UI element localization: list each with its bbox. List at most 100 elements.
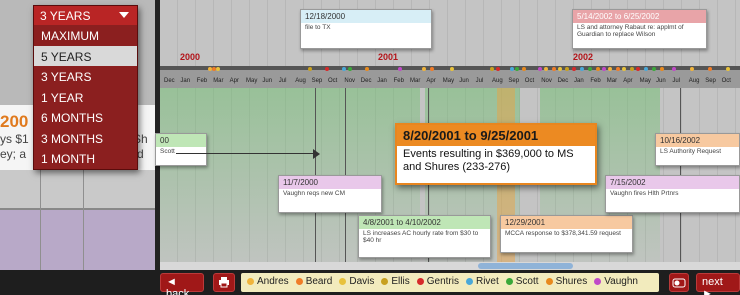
event-marker[interactable] <box>622 67 626 71</box>
event-marker[interactable] <box>430 67 434 71</box>
legend-item[interactable]: Shures <box>545 276 588 287</box>
event-marker[interactable] <box>325 67 329 71</box>
event-marker[interactable] <box>216 67 220 71</box>
event-marker[interactable] <box>515 67 519 71</box>
event-marker[interactable] <box>490 67 494 71</box>
event-marker[interactable] <box>522 67 526 71</box>
event-marker[interactable] <box>365 67 369 71</box>
legend-item[interactable]: Vaughn <box>594 276 638 287</box>
printer-icon <box>219 277 229 288</box>
legend-label: Beard <box>305 276 333 287</box>
legend-item[interactable]: Gentris <box>416 276 459 287</box>
legend-item[interactable]: Andres <box>247 276 289 287</box>
legend-label: Shures <box>555 276 588 287</box>
event-marker[interactable] <box>636 67 640 71</box>
range-option-1-month[interactable]: 1 MONTH <box>34 148 137 169</box>
month-label: Mar <box>606 78 618 84</box>
event-marker[interactable] <box>572 67 576 71</box>
event-card[interactable]: 12/29/2001 MCCA response to $378,341.59 … <box>500 215 633 253</box>
event-marker[interactable] <box>496 67 500 71</box>
event-card[interactable]: 10/16/2002 LS Authority Request <box>655 133 740 166</box>
range-option-3-years[interactable]: 3 YEARS <box>34 66 137 87</box>
event-marker[interactable] <box>596 67 600 71</box>
featured-event-card[interactable]: 8/20/2001 to 9/25/2001 Events resulting … <box>395 123 597 185</box>
legend-item[interactable]: Beard <box>295 276 333 287</box>
range-option-3-months[interactable]: 3 MONTHS <box>34 128 137 149</box>
divider-line <box>680 72 681 262</box>
legend-item[interactable]: Rivet <box>465 276 499 287</box>
range-option-6-months[interactable]: 6 MONTHS <box>34 107 137 128</box>
connector-arrow <box>176 153 316 154</box>
month-label: May <box>246 78 258 84</box>
legend-swatch-icon <box>416 277 424 285</box>
legend-item[interactable]: Davis <box>339 276 374 287</box>
scrollbar-thumb[interactable] <box>478 263 573 269</box>
left-card-text-1: ys $1 <box>0 132 29 146</box>
month-label: Jul <box>475 78 484 84</box>
event-card[interactable]: 7/15/2002 Vaughn fires Hlth Prtnrs <box>605 175 740 213</box>
event-marker[interactable] <box>450 67 454 71</box>
month-label: Oct <box>328 78 338 84</box>
event-marker[interactable] <box>580 67 584 71</box>
event-description: file to TX <box>305 24 331 31</box>
legend-swatch-icon <box>247 277 254 285</box>
event-marker[interactable] <box>308 67 312 71</box>
event-marker[interactable] <box>616 67 620 71</box>
event-marker[interactable] <box>348 67 352 71</box>
legend-item[interactable]: Ellis <box>381 276 410 287</box>
month-label: Jan <box>180 78 191 84</box>
back-button[interactable]: ◄ back <box>160 273 204 295</box>
timeline-scrollbar[interactable] <box>160 262 740 270</box>
range-option-1-year[interactable]: 1 YEAR <box>34 87 137 108</box>
legend-label: Scott <box>515 276 539 287</box>
event-card[interactable]: 5/14/2002 to 6/25/2002 LS and attorney R… <box>572 9 707 49</box>
event-card[interactable]: 4/8/2001 to 4/10/2002 LS increases AC ho… <box>358 215 491 258</box>
month-label: Jul <box>278 78 287 84</box>
event-marker[interactable] <box>565 67 569 71</box>
legend-swatch-icon <box>381 277 389 285</box>
event-date: 11/7/2000 <box>279 176 381 189</box>
toggle-button[interactable] <box>669 273 689 292</box>
event-marker[interactable] <box>538 67 542 71</box>
event-marker[interactable] <box>552 67 556 71</box>
month-label: Apr <box>229 78 239 84</box>
month-label: Feb <box>196 78 208 84</box>
event-card[interactable]: 11/7/2000 Vaughn reqs new CM <box>278 175 382 213</box>
print-button[interactable] <box>213 273 235 292</box>
range-dropdown[interactable]: 3 YEARS MAXIMUM 5 YEARS 3 YEARS 1 YEAR 6… <box>33 5 138 170</box>
event-marker[interactable] <box>660 67 664 71</box>
event-marker[interactable] <box>652 67 656 71</box>
month-label: Jan <box>574 78 584 84</box>
event-marker[interactable] <box>558 67 562 71</box>
event-marker[interactable] <box>672 67 676 71</box>
event-marker[interactable] <box>644 67 648 71</box>
event-marker[interactable] <box>726 67 730 71</box>
event-date: 5/14/2002 to 6/25/2002 <box>573 10 706 23</box>
event-card[interactable]: 12/18/2000 file to TX <box>300 9 432 49</box>
event-marker[interactable] <box>690 67 694 71</box>
event-marker[interactable] <box>544 67 548 71</box>
featured-event-description: Events resulting in $369,000 to MS and S… <box>403 148 574 173</box>
month-label: Jun <box>656 78 666 84</box>
event-marker[interactable] <box>630 67 634 71</box>
timeline-app: 200 ys $1 Sh ey; a d Dec Jan Feb Mar Apr May J… <box>0 0 740 295</box>
event-marker[interactable] <box>708 67 712 71</box>
month-label: Dec <box>164 78 175 84</box>
legend-item[interactable]: Scott <box>505 276 539 287</box>
event-marker[interactable] <box>342 67 346 71</box>
event-marker[interactable] <box>510 67 514 71</box>
range-dropdown-toggle[interactable]: 3 YEARS <box>34 6 137 25</box>
range-option-maximum[interactable]: MAXIMUM <box>34 25 137 46</box>
event-marker[interactable] <box>608 67 612 71</box>
legend-label: Rivet <box>475 276 499 287</box>
next-button[interactable]: next ► <box>696 273 740 295</box>
event-marker[interactable] <box>422 67 426 71</box>
event-marker[interactable] <box>602 67 606 71</box>
range-option-5-years[interactable]: 5 YEARS <box>34 45 137 66</box>
event-marker[interactable] <box>588 67 592 71</box>
event-marker[interactable] <box>398 67 402 71</box>
event-date: 00 <box>156 134 206 147</box>
legend-swatch-icon <box>339 277 347 285</box>
event-description: LS Authority Request <box>660 148 722 155</box>
event-card[interactable]: 00 Scott <box>155 133 207 166</box>
